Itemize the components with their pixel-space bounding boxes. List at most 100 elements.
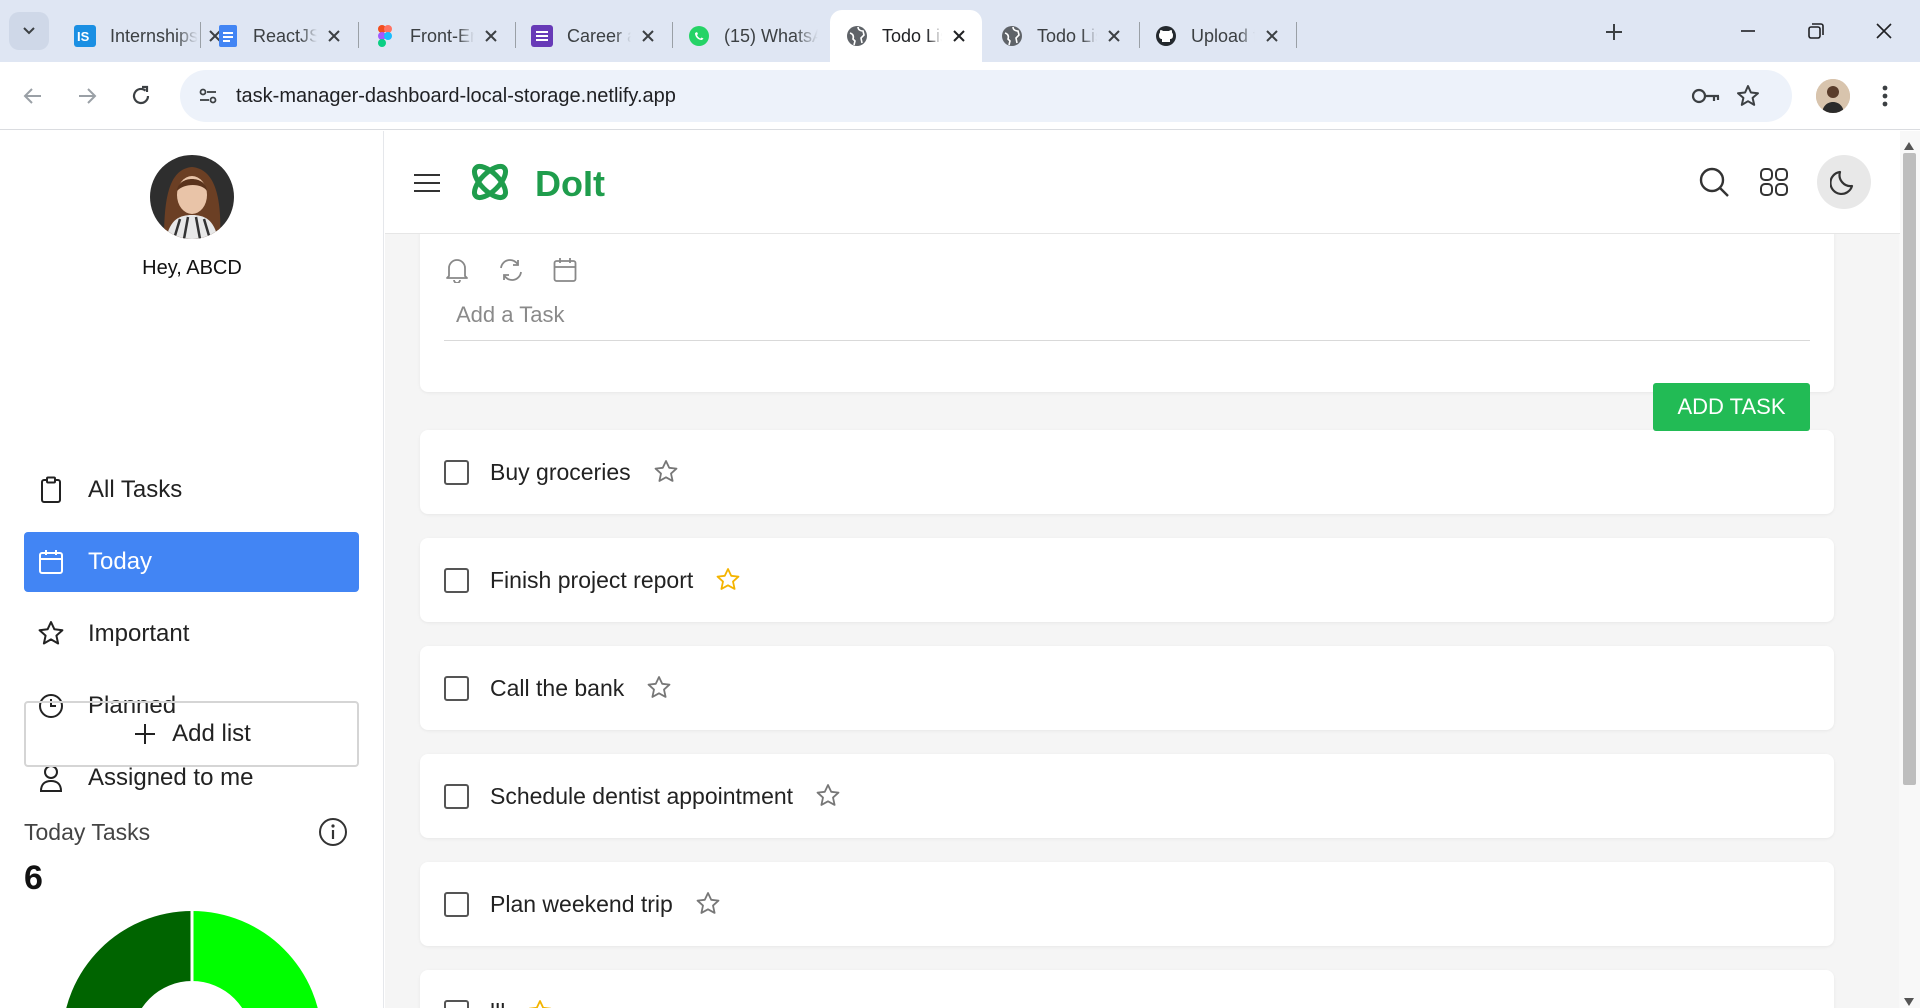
star-outline-icon[interactable] <box>651 457 681 487</box>
star-outline-icon[interactable] <box>813 781 843 811</box>
plus-icon <box>132 721 158 747</box>
address-bar[interactable]: task-manager-dashboard-local-storage.net… <box>180 70 1792 122</box>
main-content: DoIt ADD TASK B <box>385 131 1920 1008</box>
bookmark-star-icon[interactable] <box>1730 78 1766 114</box>
back-button[interactable] <box>14 77 52 115</box>
info-icon[interactable] <box>318 817 348 847</box>
reload-icon <box>132 85 150 105</box>
close-icon <box>1876 23 1892 39</box>
star-outline-icon[interactable] <box>644 673 674 703</box>
browser-tab-active[interactable]: Todo List App <box>830 10 982 62</box>
close-tab-icon[interactable] <box>637 25 659 47</box>
add-task-input[interactable] <box>444 289 1810 341</box>
sidebar: Hey, ABCD All Tasks Today Important Plan… <box>0 131 384 1008</box>
task-item: lll <box>420 970 1834 1008</box>
menu-icon <box>414 174 440 192</box>
close-tab-icon[interactable] <box>1103 25 1125 47</box>
browser-tab[interactable]: (15) WhatsApp <box>672 10 830 62</box>
restore-icon <box>1808 23 1824 39</box>
tab-title: (15) WhatsApp <box>724 25 818 46</box>
user-greeting: Hey, ABCD <box>142 257 242 279</box>
sidebar-item-all-tasks[interactable]: All Tasks <box>24 460 359 520</box>
grid-view-button[interactable] <box>1751 159 1797 205</box>
star-outline-icon[interactable] <box>693 889 723 919</box>
scroll-down-arrow-icon[interactable] <box>1904 993 1914 1008</box>
site-info-icon[interactable] <box>190 78 226 114</box>
task-checkbox[interactable] <box>444 999 469 1008</box>
minimize-button[interactable] <box>1728 14 1768 48</box>
task-title: Call the bank <box>490 674 625 701</box>
clipboard-icon <box>36 475 66 505</box>
task-item: Plan weekend trip <box>420 862 1834 946</box>
add-task-button[interactable]: ADD TASK <box>1653 383 1810 431</box>
browser-toolbar: task-manager-dashboard-local-storage.net… <box>0 62 1920 130</box>
browser-tab[interactable]: Career at Company <box>515 10 671 62</box>
tab-title: Todo List App <box>882 25 942 46</box>
arrow-right-icon <box>79 88 97 104</box>
due-date-calendar-icon[interactable] <box>550 255 580 285</box>
tab-title: ReactJS test <box>253 25 317 46</box>
browser-menu-button[interactable] <box>1868 79 1902 113</box>
whatsapp-icon <box>688 25 710 47</box>
task-title: lll <box>490 999 505 1008</box>
task-checkbox[interactable] <box>444 567 469 593</box>
close-tab-icon[interactable] <box>1261 25 1283 47</box>
tab-title: Todo List App <box>1037 25 1097 46</box>
today-tasks-donut-chart <box>66 911 318 1008</box>
sidebar-item-important[interactable]: Important <box>24 604 359 664</box>
star-filled-icon[interactable] <box>713 565 743 595</box>
task-checkbox[interactable] <box>444 891 469 917</box>
page-scrollbar[interactable] <box>1899 131 1920 1008</box>
profile-avatar-button[interactable] <box>1816 79 1850 113</box>
donut-segment-pending <box>192 911 318 1008</box>
page-scrollbar-thumb[interactable] <box>1903 153 1916 785</box>
task-title: Schedule dentist appointment <box>490 782 794 809</box>
calendar-icon <box>36 547 66 577</box>
tab-title: Front-End <box>410 25 474 46</box>
globe-icon <box>1001 25 1023 47</box>
brand-logo-icon <box>467 159 513 205</box>
hamburger-menu-button[interactable] <box>411 167 443 199</box>
forward-button[interactable] <box>68 77 106 115</box>
add-list-button[interactable]: Add list <box>24 701 359 767</box>
browser-tab[interactable]: Upload files <box>1139 10 1295 62</box>
brand-name: DoIt <box>535 163 605 204</box>
dark-mode-toggle[interactable] <box>1817 155 1871 209</box>
tab-title: Upload files <box>1191 25 1255 46</box>
tab-title: Internships <box>110 25 198 46</box>
new-tab-button[interactable] <box>1600 18 1628 46</box>
tab-search-button[interactable] <box>9 12 49 50</box>
browser-tab[interactable]: ReactJS test <box>201 10 357 62</box>
forms-icon <box>531 25 553 47</box>
close-window-button[interactable] <box>1864 14 1904 48</box>
task-checkbox[interactable] <box>444 783 469 809</box>
task-checkbox[interactable] <box>444 459 469 485</box>
chevron-down-icon <box>23 27 35 35</box>
task-checkbox[interactable] <box>444 675 469 701</box>
task-item: Call the bank <box>420 646 1834 730</box>
search-button[interactable] <box>1691 159 1737 205</box>
restore-button[interactable] <box>1796 14 1836 48</box>
browser-tab[interactable]: Front-End <box>358 10 514 62</box>
browser-tab[interactable]: Todo List App <box>985 10 1137 62</box>
repeat-icon[interactable] <box>496 255 526 285</box>
close-tab-icon[interactable] <box>323 25 345 47</box>
close-tab-icon[interactable] <box>948 25 970 47</box>
app-header: DoIt <box>385 131 1900 234</box>
todo-app: Hey, ABCD All Tasks Today Important Plan… <box>0 131 1920 1008</box>
tab-separator <box>1296 22 1297 48</box>
user-avatar <box>150 155 234 239</box>
minimize-icon <box>1741 30 1755 32</box>
figma-icon <box>374 25 396 47</box>
sidebar-item-label: Important <box>88 620 190 647</box>
sidebar-item-today[interactable]: Today <box>24 532 359 592</box>
star-filled-icon[interactable] <box>525 997 555 1008</box>
task-title: Finish project report <box>490 566 694 593</box>
sidebar-item-label: Today <box>88 548 153 575</box>
grid-icon <box>1760 168 1788 196</box>
reminder-bell-icon[interactable] <box>442 255 472 285</box>
close-tab-icon[interactable] <box>480 25 502 47</box>
moon-icon <box>1830 170 1854 195</box>
password-key-icon[interactable] <box>1688 78 1724 114</box>
reload-button[interactable] <box>122 77 160 115</box>
